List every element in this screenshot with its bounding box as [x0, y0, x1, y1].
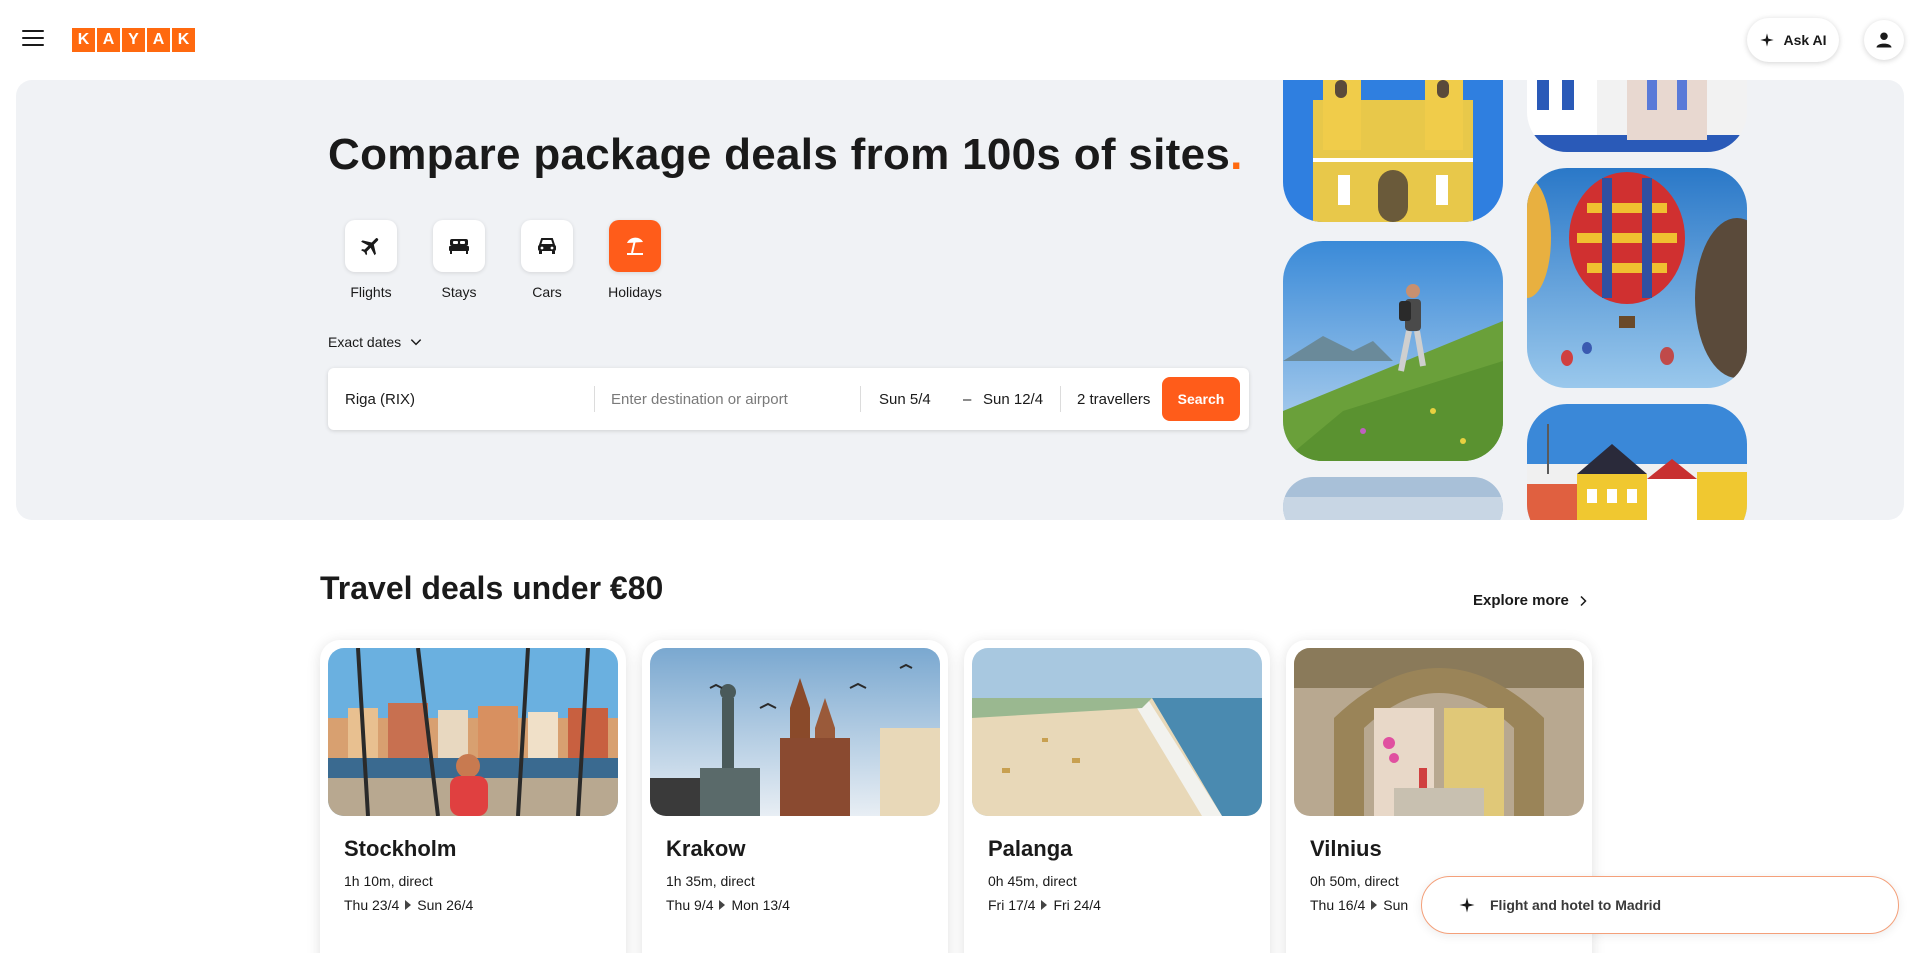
chevron-right-icon	[1580, 595, 1587, 606]
logo-letter: K	[172, 28, 195, 52]
ask-ai-label: Ask AI	[1783, 32, 1827, 48]
return-date-field[interactable]: Sun 12/4	[983, 368, 1043, 430]
divider	[860, 386, 861, 412]
ask-ai-button[interactable]: Ask AI	[1747, 18, 1839, 62]
hero-section: Compare package deals from 100s of sites…	[16, 80, 1904, 520]
arrow-right-icon	[1371, 900, 1378, 910]
deal-duration: 0h 45m, direct	[988, 873, 1077, 889]
destination-input[interactable]: Enter destination or airport	[611, 368, 841, 430]
arrow-right-icon	[405, 900, 412, 910]
tab-label: Holidays	[608, 284, 662, 300]
tab-flights[interactable]: Flights	[345, 220, 397, 300]
deal-depart: Fri 17/4	[988, 897, 1036, 913]
arrow-right-icon	[1041, 900, 1048, 910]
sparkle-icon	[1760, 33, 1775, 47]
date-mode-dropdown[interactable]: Exact dates	[328, 334, 423, 350]
deal-card-stockholm[interactable]: Stockholm 1h 10m, direct Thu 23/4 Sun 26…	[320, 640, 626, 953]
tab-cars[interactable]: Cars	[521, 220, 573, 300]
search-button[interactable]: Search	[1162, 377, 1240, 421]
stockholm-photo	[328, 648, 618, 816]
plane-icon	[361, 238, 379, 256]
hiker-photo	[1283, 241, 1503, 461]
deal-dates: Thu 9/4 Mon 13/4	[666, 897, 790, 913]
date-separator: –	[963, 390, 972, 408]
logo-letter: A	[147, 28, 170, 52]
sparkle-icon	[1459, 897, 1475, 913]
deal-card-krakow[interactable]: Krakow 1h 35m, direct Thu 9/4 Mon 13/4	[642, 640, 948, 953]
ai-prompt-suggestion[interactable]: Flight and hotel to Madrid	[1421, 876, 1899, 934]
logo-letter: Y	[122, 28, 145, 52]
deal-city: Krakow	[666, 836, 746, 861]
deal-dates: Thu 23/4 Sun 26/4	[344, 897, 473, 913]
palanga-photo	[972, 648, 1262, 816]
tab-label: Flights	[350, 284, 392, 300]
divider	[594, 386, 595, 412]
depart-date-field[interactable]: Sun 5/4	[879, 368, 931, 430]
deal-return: Mon 13/4	[731, 897, 790, 913]
deal-dates: Thu 16/4 Sun	[1310, 897, 1408, 913]
explore-more-link[interactable]: Explore more	[1473, 592, 1589, 609]
title-dot: .	[1230, 130, 1243, 179]
deal-city: Stockholm	[344, 836, 457, 861]
page-title-text: Compare package deals from 100s of sites	[328, 130, 1231, 179]
deal-depart: Thu 16/4	[1310, 897, 1366, 913]
deal-city: Vilnius	[1310, 836, 1382, 861]
deal-dates: Fri 17/4 Fri 24/4	[988, 897, 1101, 913]
deal-city: Palanga	[988, 836, 1073, 861]
chevron-down-icon	[410, 339, 422, 346]
tab-stays[interactable]: Stays	[433, 220, 485, 300]
bed-icon	[449, 239, 469, 254]
tab-holidays[interactable]: Holidays	[608, 220, 662, 300]
vertical-tabs: Flights Stays Cars Holidays	[345, 220, 662, 300]
deal-depart: Thu 23/4	[344, 897, 400, 913]
deal-return: Sun	[1383, 897, 1409, 913]
deal-duration: 1h 10m, direct	[344, 873, 433, 889]
balloons-photo	[1527, 168, 1747, 388]
krakow-photo	[650, 648, 940, 816]
car-icon	[538, 238, 556, 254]
colorful-houses-photo	[1527, 404, 1747, 520]
origin-input[interactable]: Riga (RIX)	[345, 368, 575, 430]
logo-letter: K	[72, 28, 95, 52]
street-photo	[1527, 80, 1747, 152]
tab-label: Stays	[441, 284, 477, 300]
kayak-logo[interactable]: K A Y A K	[72, 28, 195, 52]
tab-icon-box	[521, 220, 573, 272]
divider	[1060, 386, 1061, 412]
date-mode-label: Exact dates	[328, 334, 402, 350]
ai-prompt-text: Flight and hotel to Madrid	[1490, 897, 1662, 913]
deal-return: Fri 24/4	[1053, 897, 1101, 913]
vilnius-photo	[1294, 648, 1584, 816]
sky-photo	[1283, 477, 1503, 520]
top-header: K A Y A K Ask AI	[0, 0, 1920, 80]
deal-duration: 0h 50m, direct	[1310, 873, 1399, 889]
user-icon	[1876, 32, 1892, 48]
deals-heading: Travel deals under €80	[320, 570, 664, 606]
search-form: Riga (RIX) Enter destination or airport …	[328, 368, 1249, 430]
beach-umbrella-icon	[627, 237, 643, 255]
logo-letter: A	[97, 28, 120, 52]
tab-icon-box	[433, 220, 485, 272]
deal-depart: Thu 9/4	[666, 897, 714, 913]
deal-card-palanga[interactable]: Palanga 0h 45m, direct Fri 17/4 Fri 24/4	[964, 640, 1270, 953]
menu-icon[interactable]	[22, 30, 44, 48]
church-photo	[1283, 80, 1503, 222]
page-title: Compare package deals from 100s of sites…	[328, 130, 1243, 180]
arrow-right-icon	[719, 900, 726, 910]
travellers-field[interactable]: 2 travellers	[1077, 368, 1150, 430]
deal-return: Sun 26/4	[417, 897, 474, 913]
explore-more-label: Explore more	[1473, 592, 1569, 609]
tab-icon-box	[609, 220, 661, 272]
deal-duration: 1h 35m, direct	[666, 873, 755, 889]
account-button[interactable]	[1864, 20, 1904, 60]
tab-label: Cars	[532, 284, 562, 300]
tab-icon-box	[345, 220, 397, 272]
